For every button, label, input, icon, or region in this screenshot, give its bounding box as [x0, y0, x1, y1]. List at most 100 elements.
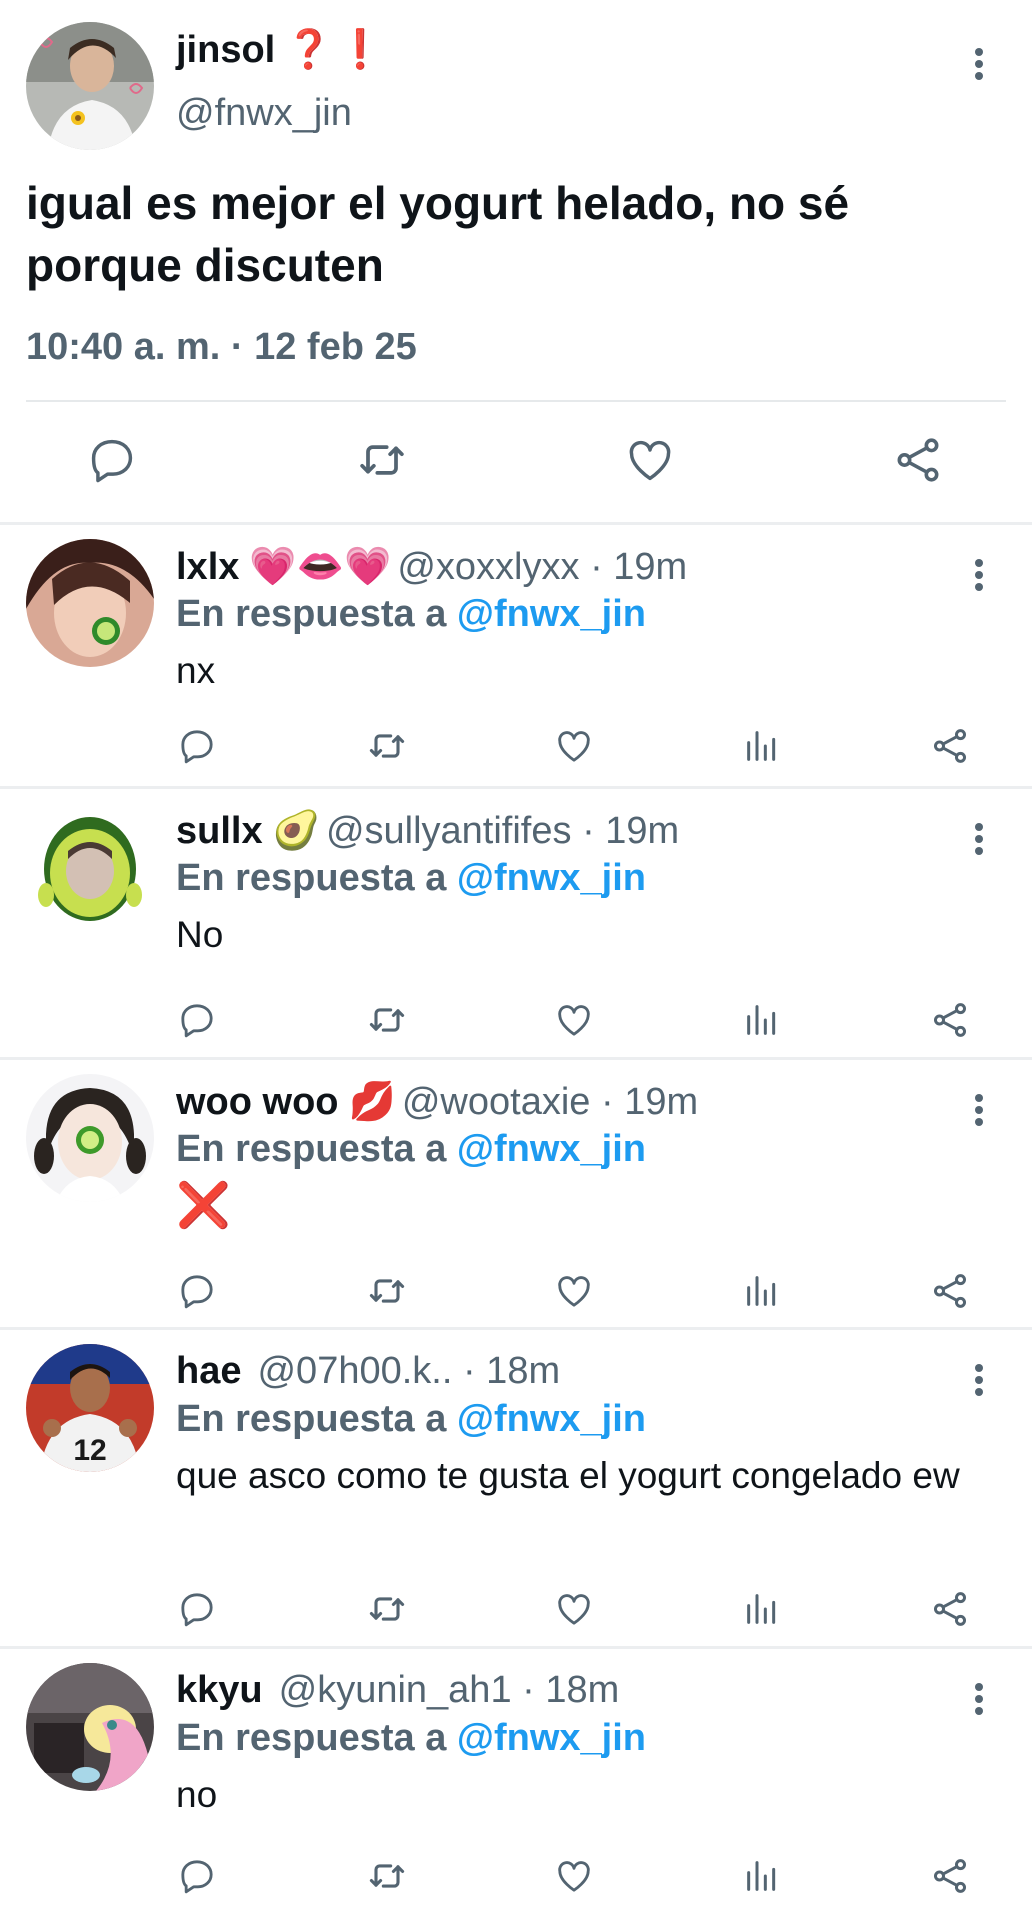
avatar[interactable]	[26, 1074, 154, 1202]
avatar[interactable]: 12	[26, 1344, 154, 1472]
like-icon[interactable]	[620, 430, 680, 490]
reply-header: hae @07h00.k.. · 18m	[176, 1350, 560, 1393]
reply-tweet[interactable]: lxlx 💗👄💗 @xoxxlyxx · 19m En respuesta a @f…	[0, 525, 1032, 787]
handle[interactable]: @07h00.k..	[257, 1350, 452, 1392]
avatar[interactable]	[26, 539, 154, 667]
tweet-actions	[0, 430, 1032, 500]
mention-link[interactable]: @fnwx_jin	[457, 1128, 646, 1170]
reply-icon[interactable]	[172, 1584, 222, 1634]
like-icon[interactable]	[549, 721, 599, 771]
retweet-icon[interactable]	[362, 1266, 412, 1316]
display-name[interactable]: sullx	[176, 810, 263, 852]
reply-header: sullx 🥑 @sullyantififes · 19m	[176, 809, 679, 853]
retweet-icon[interactable]	[362, 1851, 412, 1901]
reply-header: woo woo 💋 @wootaxie · 19m	[176, 1080, 698, 1124]
more-vertical-icon[interactable]	[964, 44, 994, 84]
display-name[interactable]: hae	[176, 1350, 241, 1392]
display-name[interactable]: jinsol ❓❗	[176, 28, 388, 72]
reply-time[interactable]: · 19m	[601, 1081, 698, 1123]
handle[interactable]: @wootaxie	[402, 1081, 591, 1123]
reply-icon[interactable]	[172, 721, 222, 771]
share-icon[interactable]	[925, 995, 975, 1045]
tweet-text: igual es mejor el yogurt helado, no sé p…	[26, 177, 850, 291]
reply-time[interactable]: · 18m	[522, 1669, 619, 1711]
share-icon[interactable]	[925, 721, 975, 771]
reply-tweet[interactable]: 12 hae @07h00.k.. · 18m En respuesta a @f…	[0, 1330, 1032, 1648]
replying-to: En respuesta a @fnwx_jin	[176, 1128, 646, 1171]
name-emoji: 🥑	[272, 810, 320, 852]
name-emoji: 💋	[348, 1081, 396, 1123]
timestamp[interactable]: 10:40 a. m. · 12 feb 25	[26, 326, 417, 369]
replying-to: En respuesta a @fnwx_jin	[176, 593, 646, 636]
mention-link[interactable]: @fnwx_jin	[457, 1398, 646, 1440]
display-name[interactable]: lxlx	[176, 546, 239, 588]
views-icon[interactable]	[737, 1851, 787, 1901]
retweet-icon[interactable]	[352, 430, 412, 490]
reply-text: No	[176, 914, 224, 955]
replying-to: En respuesta a @fnwx_jin	[176, 857, 646, 900]
mention-link[interactable]: @fnwx_jin	[457, 857, 646, 899]
reply-text: nx	[176, 650, 216, 691]
main-tweet: jinsol ❓❗ @fnwx_jin igual es mejor el yog…	[0, 0, 1032, 524]
reply-icon[interactable]	[172, 1851, 222, 1901]
reply-actions	[0, 1584, 1032, 1634]
reply-time[interactable]: · 19m	[582, 810, 679, 852]
mention-link[interactable]: @fnwx_jin	[457, 593, 646, 635]
handle[interactable]: @xoxxlyxx	[397, 546, 579, 588]
svg-text:12: 12	[73, 1434, 106, 1467]
views-icon[interactable]	[737, 721, 787, 771]
replying-to: En respuesta a @fnwx_jin	[176, 1717, 646, 1760]
reply-icon[interactable]	[172, 1266, 222, 1316]
share-icon[interactable]	[925, 1851, 975, 1901]
share-icon[interactable]	[888, 430, 948, 490]
retweet-icon[interactable]	[362, 995, 412, 1045]
share-icon[interactable]	[925, 1266, 975, 1316]
share-icon[interactable]	[925, 1584, 975, 1634]
like-icon[interactable]	[549, 1584, 599, 1634]
retweet-icon[interactable]	[362, 1584, 412, 1634]
like-icon[interactable]	[549, 1851, 599, 1901]
more-vertical-icon[interactable]	[964, 1090, 994, 1130]
like-icon[interactable]	[549, 1266, 599, 1316]
replying-prefix: En respuesta a	[176, 1128, 457, 1170]
reply-header: kkyu @kyunin_ah1 · 18m	[176, 1669, 619, 1712]
like-icon[interactable]	[549, 995, 599, 1045]
reply-actions	[0, 995, 1032, 1045]
avatar[interactable]	[26, 803, 154, 931]
reply-actions	[0, 721, 1032, 771]
reply-actions	[0, 1851, 1032, 1901]
reply-tweet[interactable]: woo woo 💋 @wootaxie · 19m En respuesta a @…	[0, 1060, 1032, 1328]
avatar[interactable]	[26, 1663, 154, 1791]
views-icon[interactable]	[737, 1266, 787, 1316]
mention-link[interactable]: @fnwx_jin	[457, 1717, 646, 1759]
name-emoji: 💗👄💗	[249, 546, 392, 588]
reply-icon[interactable]	[82, 430, 142, 490]
display-name[interactable]: kkyu	[176, 1669, 263, 1711]
handle[interactable]: @fnwx_jin	[176, 92, 352, 135]
replying-prefix: En respuesta a	[176, 593, 457, 635]
reply-time[interactable]: · 19m	[590, 546, 687, 588]
more-vertical-icon[interactable]	[964, 1360, 994, 1400]
reply-tweet[interactable]: kkyu @kyunin_ah1 · 18m En respuesta a @fn…	[0, 1649, 1032, 1920]
reply-icon[interactable]	[172, 995, 222, 1045]
handle[interactable]: @sullyantififes	[326, 810, 572, 852]
reply-text: no	[176, 1774, 218, 1815]
replying-prefix: En respuesta a	[176, 1398, 457, 1440]
more-vertical-icon[interactable]	[964, 1679, 994, 1719]
more-vertical-icon[interactable]	[964, 819, 994, 859]
display-name[interactable]: woo woo	[176, 1081, 339, 1123]
reply-tweet[interactable]: sullx 🥑 @sullyantififes · 19m En respuesta…	[0, 789, 1032, 1059]
retweet-icon[interactable]	[362, 721, 412, 771]
replying-to: En respuesta a @fnwx_jin	[176, 1398, 646, 1441]
reply-actions	[0, 1266, 1032, 1316]
reply-text: ❌	[176, 1181, 231, 1230]
handle[interactable]: @kyunin_ah1	[279, 1669, 512, 1711]
display-name-text: jinsol	[176, 29, 276, 71]
reply-text: que asco como te gusta el yogurt congela…	[176, 1455, 960, 1496]
reply-time[interactable]: · 18m	[463, 1350, 560, 1392]
views-icon[interactable]	[737, 995, 787, 1045]
name-emoji: ❓❗	[285, 29, 388, 71]
more-vertical-icon[interactable]	[964, 555, 994, 595]
avatar[interactable]	[26, 22, 154, 150]
views-icon[interactable]	[737, 1584, 787, 1634]
